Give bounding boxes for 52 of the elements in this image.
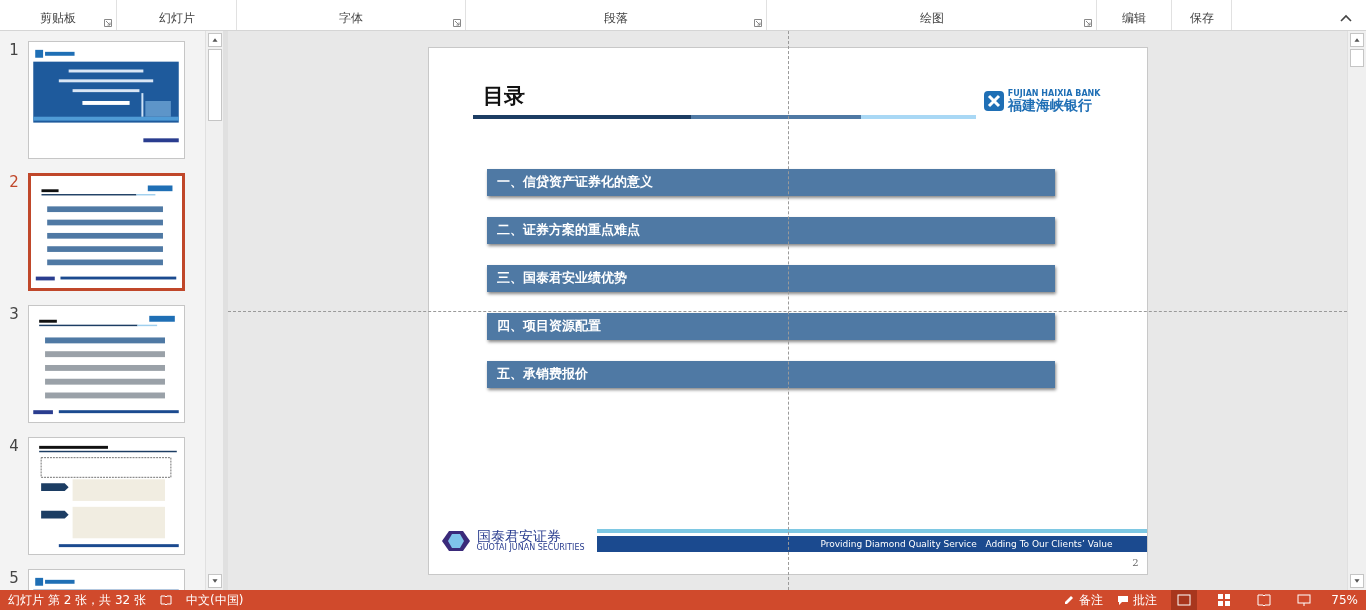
footer-slogan: Providing Diamond Quality Service Adding To Our Clients’ Value: [820, 539, 1113, 550]
dialog-launcher-icon[interactable]: [1084, 19, 1092, 27]
dialog-launcher-icon[interactable]: [453, 19, 461, 27]
speech-bubble-icon: [1117, 594, 1130, 606]
agenda-item: 二、证券方案的重点难点: [486, 216, 1055, 244]
bank-logo-icon: [983, 90, 1004, 111]
ribbon-group-label: 字体: [339, 10, 363, 27]
pencil-icon: [1063, 594, 1076, 606]
dialog-launcher-icon[interactable]: [104, 19, 112, 27]
securities-logo-text: 国泰君安证券: [476, 529, 561, 545]
slide-thumbnail[interactable]: [28, 173, 185, 291]
scroll-up-icon[interactable]: [1350, 33, 1364, 47]
slide-number: 5: [8, 569, 20, 587]
view-button[interactable]: [1171, 590, 1198, 610]
ribbon-group-label: 段落: [604, 10, 628, 27]
slide-number: 3: [8, 305, 20, 323]
agenda-item: 四、项目资源配置: [486, 312, 1055, 340]
slide-title: 目录: [482, 81, 525, 110]
slide-count: 幻灯片 第 2 张，共 32 张: [8, 591, 146, 609]
ribbon-group-label: 编辑: [1122, 10, 1146, 27]
normal-view-icon: [1177, 593, 1192, 607]
agenda-item: 三、国泰君安业绩优势: [486, 264, 1055, 292]
slide-number: 4: [8, 437, 20, 455]
ribbon-group-label: 剪贴板: [40, 10, 76, 27]
securities-logo-icon: [440, 529, 471, 552]
comments-button[interactable]: 批注: [1117, 591, 1158, 609]
notes-button[interactable]: 备注: [1063, 591, 1104, 609]
slide-thumbnail[interactable]: [28, 41, 185, 159]
bank-logo-text: 福建海峡银行: [1007, 97, 1093, 112]
scroll-down-icon[interactable]: [1350, 574, 1364, 588]
slide-thumbnail[interactable]: [28, 305, 185, 423]
slide-number: 1: [8, 41, 20, 59]
dialog-launcher-icon[interactable]: [754, 19, 762, 27]
ribbon-group-label: 幻灯片: [158, 10, 195, 27]
scrollbar-thumb[interactable]: [1350, 49, 1364, 67]
screen-icon: [1297, 593, 1312, 607]
scroll-up-icon[interactable]: [207, 33, 222, 47]
securities-logo-text: GUOTAI JUNAN SECURITIES: [476, 544, 585, 553]
page-number: 2: [1132, 556, 1139, 568]
bank-logo-text: FUJIAN HAIXIA BANK: [1007, 89, 1101, 98]
grid-view-icon: [1217, 593, 1232, 607]
agenda-item: 五、承销费报价: [486, 360, 1055, 388]
scrollbar-thumb[interactable]: [207, 49, 222, 121]
collapse-ribbon-icon[interactable]: [1340, 14, 1352, 22]
slide-thumbnail[interactable]: [28, 437, 185, 555]
agenda-item: 一、信贷资产证券化的意义: [486, 168, 1055, 196]
ribbon-group-label: 保存: [1189, 10, 1214, 27]
zoom-level[interactable]: 75%: [1331, 593, 1358, 607]
slide-number: 2: [8, 173, 20, 191]
language-label[interactable]: 中文(中国): [186, 591, 244, 609]
scroll-down-icon[interactable]: [207, 574, 222, 588]
ribbon-group-label: 绘图: [919, 10, 944, 27]
